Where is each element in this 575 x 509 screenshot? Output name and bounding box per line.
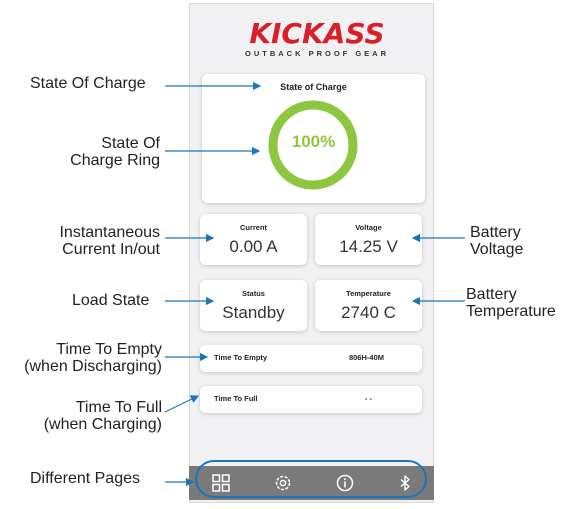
callout-current-line2: Current In/out bbox=[62, 241, 160, 258]
callout-tte-line1: Time To Empty bbox=[56, 341, 162, 358]
arrow-time-to-full bbox=[164, 395, 200, 413]
callout-state-of-charge: State Of Charge bbox=[30, 75, 146, 92]
callout-voltage: Battery Voltage bbox=[470, 224, 523, 258]
callout-pages: Different Pages bbox=[30, 470, 140, 487]
callout-tte-line2: (when Discharging) bbox=[24, 358, 162, 375]
callout-ttf-line2: (when Charging) bbox=[43, 416, 162, 433]
callout-charge-ring-line2: Charge Ring bbox=[70, 152, 160, 169]
callout-voltage-line2: Voltage bbox=[470, 241, 524, 258]
callout-temp-line2: Temperature bbox=[466, 303, 556, 320]
callout-time-to-empty: Time To Empty (when Discharging) bbox=[0, 341, 162, 375]
callout-charge-ring: State Of Charge Ring bbox=[40, 135, 160, 169]
callout-current-line1: Instantaneous bbox=[59, 224, 160, 241]
callout-voltage-line1: Battery bbox=[470, 224, 521, 241]
callout-time-to-full: Time To Full (when Charging) bbox=[10, 399, 162, 433]
callout-current: Instantaneous Current In/out bbox=[20, 224, 160, 258]
callout-load-state: Load State bbox=[72, 292, 150, 309]
callout-ttf-line1: Time To Full bbox=[75, 399, 162, 416]
callout-temperature: Battery Temperature bbox=[466, 286, 556, 320]
callout-temp-line1: Battery bbox=[466, 286, 517, 303]
callout-charge-ring-line1: State Of bbox=[101, 135, 160, 152]
